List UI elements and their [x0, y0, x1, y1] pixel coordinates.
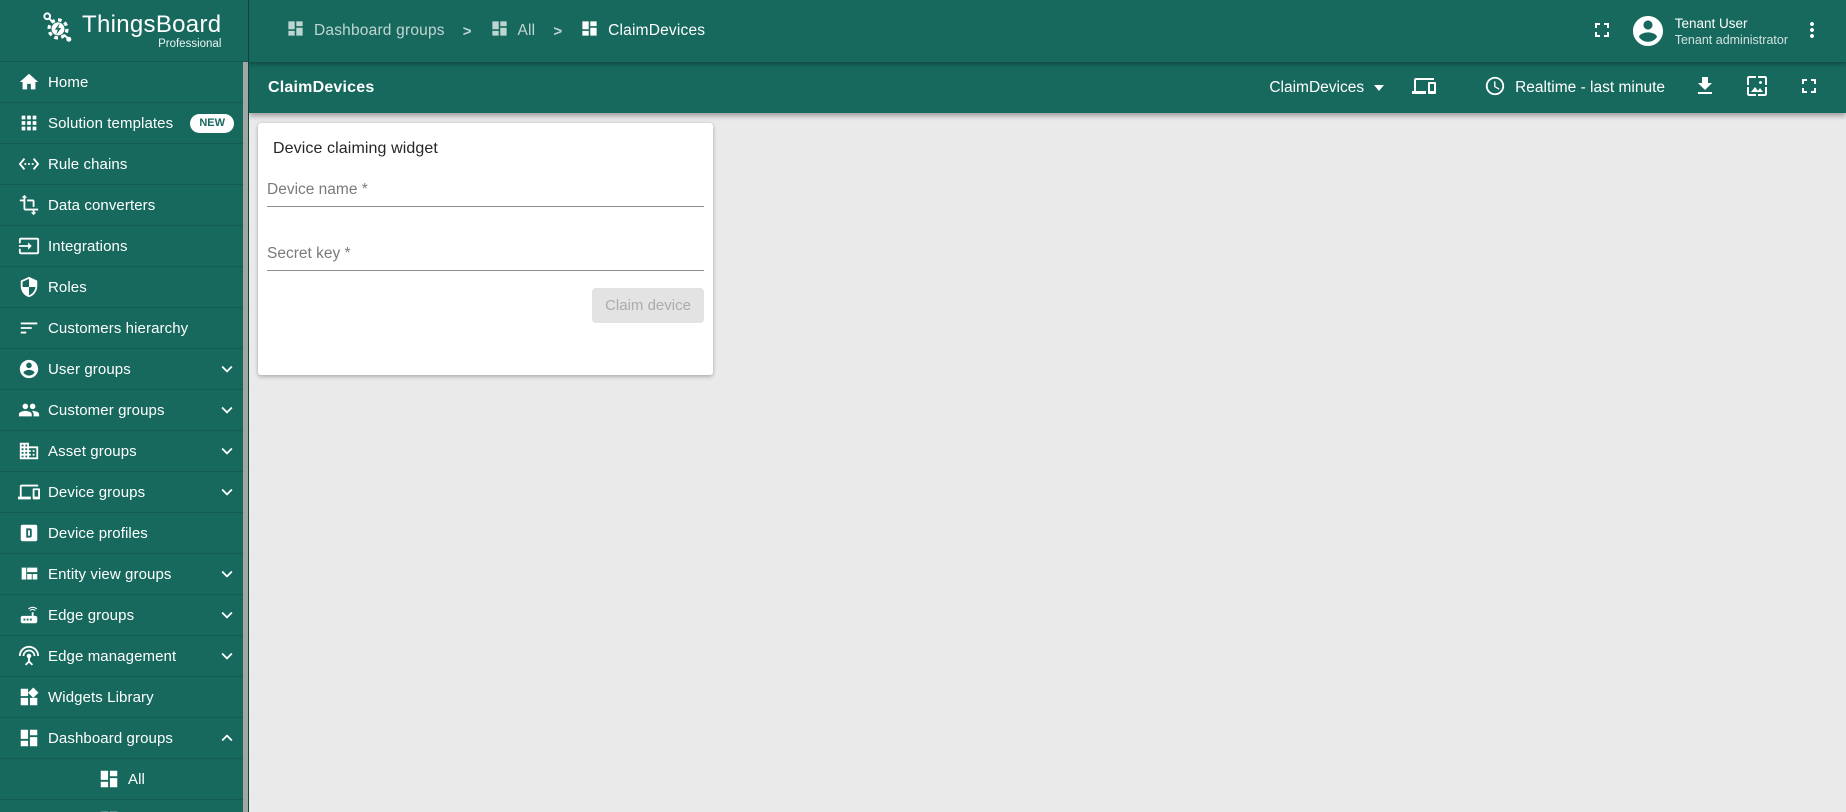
fullscreen-button[interactable]: [1590, 18, 1614, 45]
clock-icon: [1484, 75, 1506, 100]
sidebar-subitem-all[interactable]: All: [0, 759, 249, 800]
device-name-input[interactable]: Device name *: [267, 181, 704, 207]
sidebar-item-widgets-library[interactable]: Widgets Library: [0, 677, 249, 718]
thingsboard-logo-icon: [40, 10, 76, 51]
toolbar-fullscreen-button[interactable]: [1797, 74, 1821, 101]
sidebar-item-entity-view-groups[interactable]: Entity view groups: [0, 554, 249, 595]
dashboard-icon: [286, 19, 305, 43]
timewindow-label: Realtime - last minute: [1515, 78, 1665, 96]
user-info[interactable]: Tenant User Tenant administrator: [1675, 15, 1788, 48]
apps-icon: [18, 112, 40, 134]
device-name-label: Device name *: [267, 181, 368, 198]
sidebar-item-data-converters[interactable]: Data converters: [0, 185, 249, 226]
breadcrumb-separator: >: [462, 22, 472, 40]
sidebar-item-customers-hierarchy[interactable]: Customers hierarchy: [0, 308, 249, 349]
breadcrumb-dashboard-groups[interactable]: Dashboard groups: [286, 19, 445, 43]
dashboard-toolbar: ClaimDevices ClaimDevices Realtime - las…: [249, 62, 1846, 113]
dashboard-icon: [98, 768, 120, 790]
user-name: Tenant User: [1674, 15, 1748, 31]
chevron-down-icon: [216, 604, 238, 626]
app-name: ThingsBoard: [82, 10, 222, 38]
secret-key-label: Secret key *: [267, 245, 351, 262]
app-logo[interactable]: ThingsBoard Professional: [0, 0, 249, 62]
people-icon: [18, 399, 40, 421]
account-circle-icon: [18, 358, 40, 380]
breadcrumb: Dashboard groups > All > ClaimDevices: [286, 19, 705, 43]
sidebar-item-integrations[interactable]: Integrations: [0, 226, 249, 267]
dashboard-title: ClaimDevices: [268, 78, 375, 96]
dashboard-icon: [580, 19, 599, 43]
sidebar-item-customer-groups[interactable]: Customer groups: [0, 390, 249, 431]
chevron-down-icon: [216, 399, 238, 421]
fullscreen-icon: [1797, 74, 1821, 101]
sidebar-item-asset-groups[interactable]: Asset groups: [0, 431, 249, 472]
chevron-down-icon: [216, 481, 238, 503]
user-avatar[interactable]: [1630, 13, 1666, 49]
data-converters-icon: [18, 194, 40, 216]
widgets-icon: [18, 686, 40, 708]
devices-icon: [18, 481, 40, 503]
sidebar-subitem-partial[interactable]: [0, 800, 249, 812]
sidebar-item-rule-chains[interactable]: Rule chains: [0, 144, 249, 185]
sidebar-item-edge-management[interactable]: Edge management: [0, 636, 249, 677]
sidebar-item-device-groups[interactable]: Device groups: [0, 472, 249, 513]
dashboard-icon: [18, 727, 40, 749]
chevron-down-icon: [216, 645, 238, 667]
sidebar-scrollbar[interactable]: [243, 62, 248, 812]
sidebar-item-edge-groups[interactable]: Edge groups: [0, 595, 249, 636]
breadcrumb-all[interactable]: All: [490, 19, 536, 43]
sidebar-item-dashboard-groups[interactable]: Dashboard groups: [0, 718, 249, 759]
dashboard-select[interactable]: ClaimDevices: [1269, 79, 1385, 97]
sidebar-item-solution-templates[interactable]: Solution templates NEW: [0, 103, 249, 144]
user-role: Tenant administrator: [1674, 32, 1788, 47]
widget-title: Device claiming widget: [273, 140, 438, 157]
new-badge: NEW: [190, 113, 234, 133]
sidebar-item-roles[interactable]: Roles: [0, 267, 249, 308]
download-icon: [1693, 74, 1717, 101]
dashboard-image-button[interactable]: [1745, 74, 1769, 101]
fullscreen-icon: [1590, 18, 1614, 45]
chevron-up-icon: [216, 727, 238, 749]
rule-chains-icon: [18, 153, 40, 175]
sidebar: ThingsBoard Professional Home Solution t…: [0, 0, 249, 812]
antenna-icon: [18, 645, 40, 667]
export-button[interactable]: [1693, 74, 1717, 101]
home-icon: [18, 71, 40, 93]
sidebar-menu: Home Solution templates NEW Rule chains …: [0, 62, 249, 812]
entities-button[interactable]: [1412, 74, 1437, 101]
domain-icon: [18, 440, 40, 462]
wallpaper-icon: [1745, 74, 1769, 101]
dashboard-content: Device claiming widget Device name * Sec…: [249, 113, 1846, 812]
chevron-down-icon: [216, 440, 238, 462]
dashboard-icon: [490, 19, 509, 43]
view-quilt-icon: [18, 563, 40, 585]
secret-key-input[interactable]: Secret key *: [267, 245, 704, 271]
router-icon: [18, 604, 40, 626]
thingsboard-app: ThingsBoard Professional Home Solution t…: [0, 0, 1846, 812]
shield-icon: [18, 276, 40, 298]
header-right: Tenant User Tenant administrator: [1590, 13, 1824, 49]
breadcrumb-separator: >: [553, 22, 563, 40]
top-header: Dashboard groups > All > ClaimDevices Te…: [249, 0, 1846, 62]
devices-icon: [1412, 74, 1437, 101]
toolbar-actions: ClaimDevices Realtime - last minute: [1269, 74, 1821, 101]
sidebar-border: [248, 0, 249, 812]
chevron-down-icon: [216, 358, 238, 380]
claim-device-button[interactable]: Claim device: [592, 288, 704, 323]
sidebar-item-user-groups[interactable]: User groups: [0, 349, 249, 390]
integrations-icon: [18, 235, 40, 257]
sidebar-item-home[interactable]: Home: [0, 62, 249, 103]
chevron-down-icon: [216, 563, 238, 585]
caret-down-icon: [1374, 84, 1385, 91]
timewindow-button[interactable]: Realtime - last minute: [1484, 75, 1665, 100]
app-edition: Professional: [158, 37, 222, 50]
alpha-d-box-icon: [18, 522, 40, 544]
breadcrumb-claimdevices[interactable]: ClaimDevices: [580, 19, 705, 43]
sidebar-item-device-profiles[interactable]: Device profiles: [0, 513, 249, 554]
kebab-menu-icon: [1800, 18, 1824, 45]
more-menu-button[interactable]: [1800, 18, 1824, 45]
hierarchy-sort-icon: [18, 317, 40, 339]
device-claiming-widget: Device claiming widget Device name * Sec…: [258, 123, 713, 375]
